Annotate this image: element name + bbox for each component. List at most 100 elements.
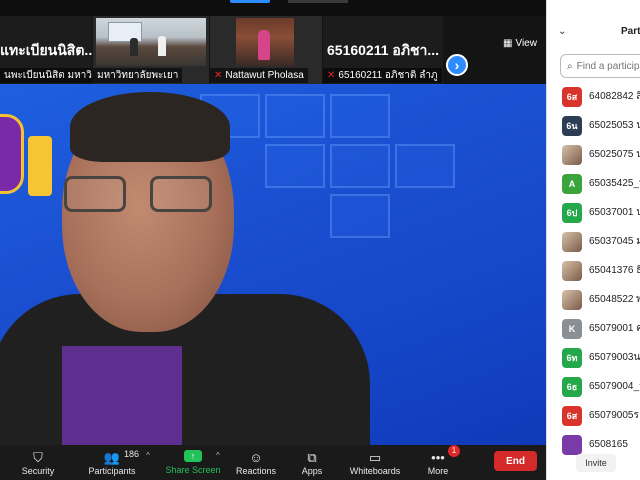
participant-avatar <box>562 260 582 281</box>
whiteboards-label: Whiteboards <box>349 465 401 476</box>
more-dots-icon: ••• <box>431 449 445 465</box>
chevron-up-icon[interactable]: ^ <box>146 451 150 460</box>
participant-search[interactable]: ⌕ <box>560 54 640 78</box>
panel-title: Parti <box>621 26 640 37</box>
participant-name: 64082842 สิ <box>589 91 640 102</box>
participant-row[interactable]: K 65079001 ค <box>547 314 640 343</box>
participant-name: 65048522 พ <box>589 294 640 305</box>
share-arrow-icon: ↑ <box>184 450 202 462</box>
tile-name-tag: มหาวิทยาลัยพะเยา <box>93 68 183 83</box>
participant-row[interactable]: 6ป 65037001 ป <box>547 198 640 227</box>
participant-row[interactable]: 6น 65025053 น <box>547 111 640 140</box>
university-logo <box>0 114 24 194</box>
participant-name: 65079001 ค <box>589 323 640 334</box>
participant-avatar: 6น <box>562 115 582 136</box>
end-meeting-button[interactable]: End <box>494 451 537 471</box>
participant-name: 65079005ร <box>589 410 639 421</box>
room-video-thumbnail <box>96 18 206 66</box>
view-label: View <box>515 38 537 49</box>
screen-share-indicator[interactable] <box>230 0 270 3</box>
participant-avatar <box>562 231 582 252</box>
people-icon: 👥 <box>103 449 121 465</box>
participant-avatar: 6ป <box>562 202 582 223</box>
participant-avatar: 6ส <box>562 405 582 426</box>
logo-number-graphic <box>28 136 52 196</box>
search-icon: ⌕ <box>567 60 573 72</box>
participant-row[interactable]: 6ท 65079003น <box>547 343 640 372</box>
participant-name: 65037045 ม <box>589 236 640 247</box>
glasses-lens <box>150 176 212 212</box>
participant-avatar <box>562 289 582 310</box>
background-tile <box>330 194 390 238</box>
top-strip <box>0 0 546 16</box>
tile-name-tag: นพะเบียนนิสิต มหาวิทยา... <box>0 68 92 83</box>
glasses-lens <box>64 176 126 212</box>
view-button[interactable]: ▦ View <box>503 38 537 49</box>
participant-name: 65079004_ร <box>589 381 640 392</box>
participant-name: 65025053 น <box>589 120 640 131</box>
apps-icon: ⧉ <box>307 449 317 465</box>
background-tile <box>330 144 390 188</box>
mic-muted-icon: ✕ <box>327 70 336 81</box>
person-figure <box>130 38 138 56</box>
participants-panel: ⌄ Parti ⌕ 6ส 64082842 สิ 6น 65025053 น 65025… <box>546 0 640 480</box>
participant-avatar: K <box>562 318 582 339</box>
background-tile <box>395 144 455 188</box>
grid-icon: ▦ <box>503 38 513 49</box>
participant-name: 6508165 <box>589 439 628 450</box>
video-tile[interactable]: แทะเบียนนิสิต... นพะเบียนนิสิต มหาวิทยา.… <box>0 16 92 84</box>
participant-row[interactable]: 65037045 ม <box>547 227 640 256</box>
tile-big-name: แทะเบียนนิสิต... <box>0 42 92 58</box>
notification-badge: 1 <box>448 445 460 457</box>
video-filmstrip: แทะเบียนนิสิต... นพะเบียนนิสิต มหาวิทยา.… <box>0 16 546 84</box>
video-tile[interactable]: 65160211 อภิชา... ✕ 65160211 อภิชาติ ลำภู <box>323 16 443 84</box>
tile-name: มหาวิทยาลัยพะเยา <box>97 70 179 81</box>
invite-button[interactable]: Invite <box>576 454 616 472</box>
participant-row[interactable]: 65025075 น <box>547 140 640 169</box>
whiteboards-button[interactable]: ▭ Whiteboards <box>346 445 404 480</box>
participant-name: 65041376 ธิ <box>589 265 640 276</box>
participant-name: 65037001 ป <box>589 207 640 218</box>
participant-row[interactable]: 6ส 64082842 สิ <box>547 82 640 111</box>
participant-avatar <box>562 144 582 165</box>
participant-avatar: 6ท <box>562 347 582 368</box>
apps-button[interactable]: ⧉ Apps <box>296 445 328 480</box>
participant-avatar: 6ส <box>562 86 582 107</box>
background-tile <box>265 94 325 138</box>
stage-video-thumbnail <box>236 18 294 66</box>
tile-name: นพะเบียนนิสิต มหาวิทยา... <box>4 70 92 81</box>
next-page-button[interactable]: › <box>446 54 468 76</box>
participant-row[interactable]: 6ธ 65079004_ร <box>547 372 640 401</box>
security-button[interactable]: ⛉ Security <box>16 445 60 480</box>
tile-name-tag: ✕ Nattawut Pholasa <box>210 68 308 83</box>
security-label: Security <box>21 465 55 476</box>
tile-big-name: 65160211 อภิชา... <box>327 42 440 58</box>
active-speaker-video <box>0 84 546 445</box>
background-tile <box>330 94 390 138</box>
tile-name: Nattawut Pholasa <box>225 70 304 81</box>
chevron-down-icon[interactable]: ⌄ <box>558 26 566 37</box>
participant-avatar: 6ธ <box>562 376 582 397</box>
participant-avatar: A <box>562 173 582 194</box>
participant-count: 186 <box>124 449 140 459</box>
whiteboard-icon: ▭ <box>368 449 382 465</box>
background-tile <box>265 144 325 188</box>
top-indicator <box>288 0 348 3</box>
participant-row[interactable]: 65048522 พ <box>547 285 640 314</box>
smiley-icon: ☺ <box>249 449 263 465</box>
share-screen-label: Share Screen <box>165 465 221 475</box>
participant-list: 6ส 64082842 สิ 6น 65025053 น 65025075 น A 6503… <box>547 82 640 459</box>
speaker-glasses <box>64 176 224 216</box>
person-figure <box>258 30 270 60</box>
mic-muted-icon: ✕ <box>214 70 223 81</box>
share-screen-button[interactable]: ↑ Share Screen <box>164 445 222 480</box>
participant-row[interactable]: A 65035425_น <box>547 169 640 198</box>
reactions-button[interactable]: ☺ Reactions <box>232 445 280 480</box>
speaker-hair <box>70 92 230 162</box>
person-figure <box>158 36 166 56</box>
chevron-up-icon[interactable]: ^ <box>216 451 220 460</box>
participant-row[interactable]: 6ส 65079005ร <box>547 401 640 430</box>
participant-row[interactable]: 65041376 ธิ <box>547 256 640 285</box>
meeting-toolbar: ⛉ Security 👥 Participants 186 ^ ↑ Share … <box>0 445 546 480</box>
search-input[interactable] <box>576 60 640 72</box>
